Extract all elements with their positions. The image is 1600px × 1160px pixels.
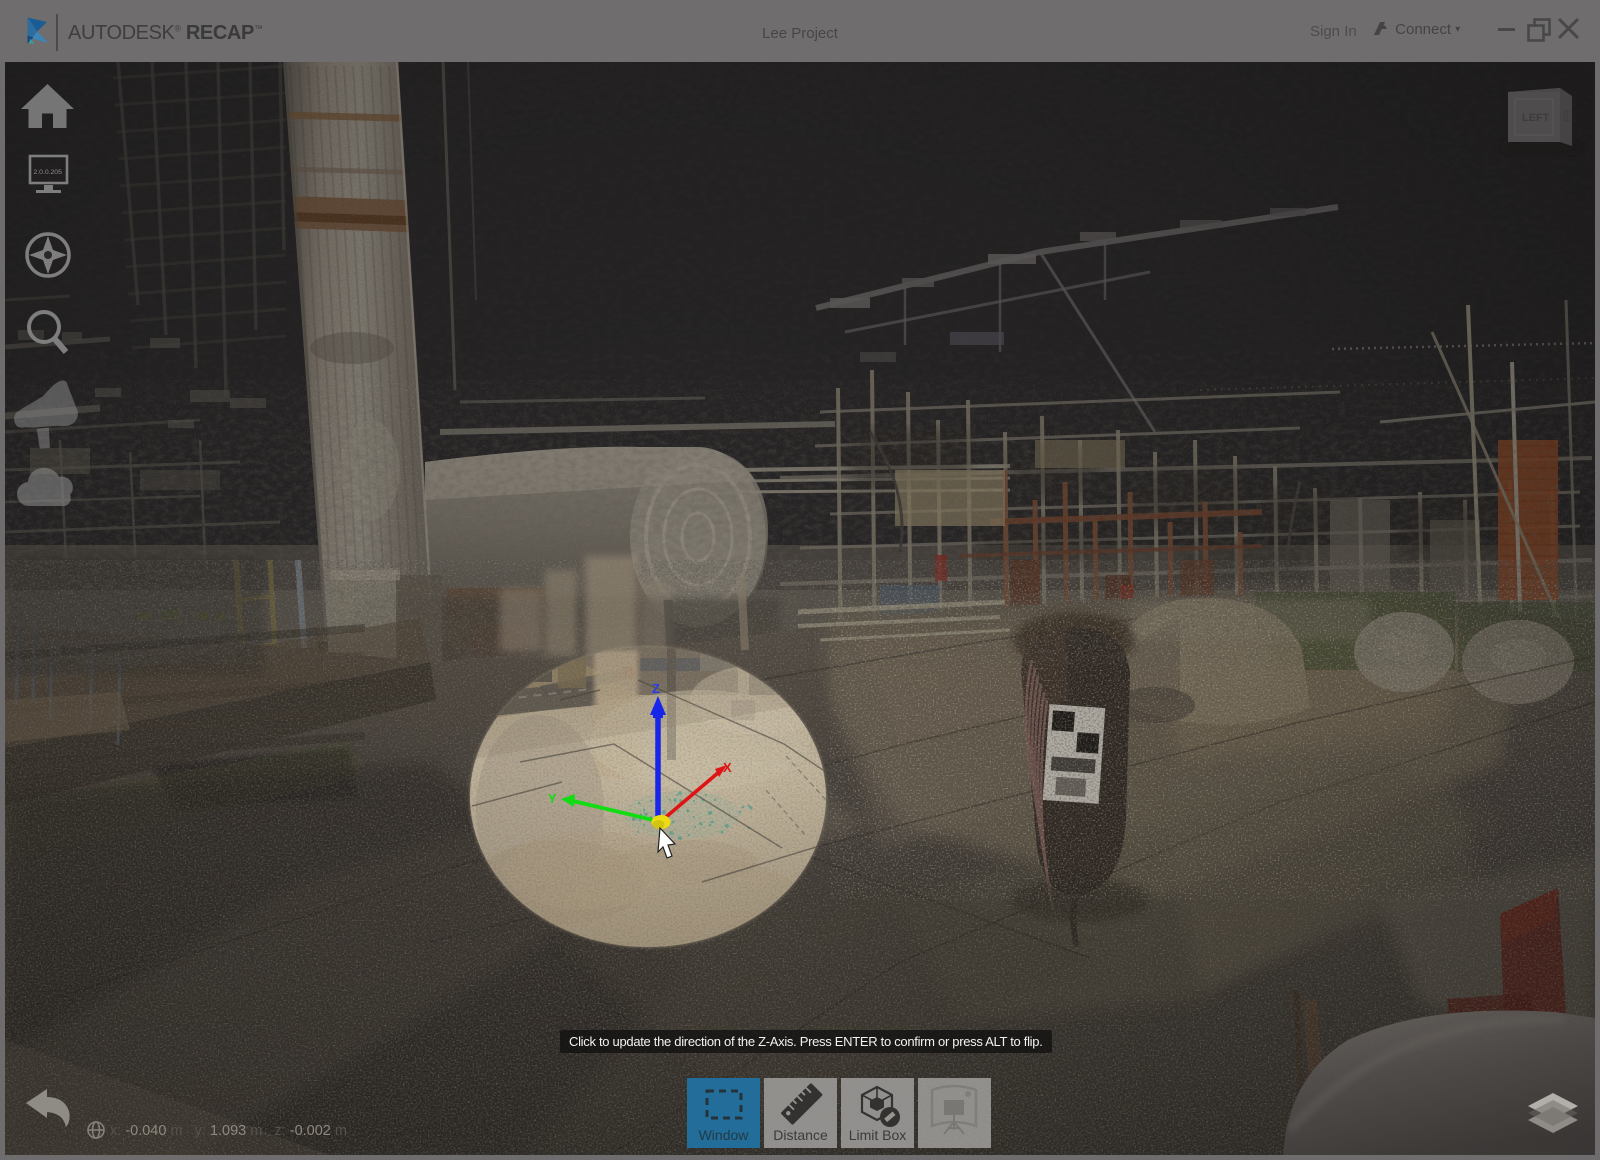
svg-text:2.0.0.205: 2.0.0.205 [34,169,63,176]
svg-text:Y: Y [548,791,557,806]
svg-text:Z: Z [652,681,660,696]
svg-text:X: X [723,760,732,775]
svg-text:LEFT: LEFT [1522,112,1550,124]
svg-text:FR: FR [1562,110,1572,122]
